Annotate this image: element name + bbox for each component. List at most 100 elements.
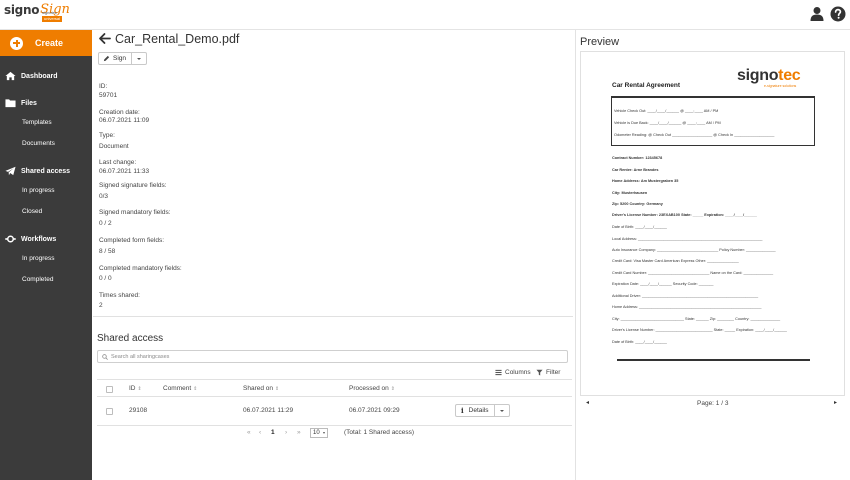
column-header-comment[interactable]: Comment ⇕ xyxy=(163,385,197,392)
sidebar-item-label: Workflows xyxy=(21,235,57,243)
sidebar-item-label: Shared access xyxy=(21,167,71,175)
meta-value-signed-signature-fields: 0/3 xyxy=(99,193,109,200)
column-header-shared-on-label: Shared on xyxy=(243,385,273,392)
meta-label-signed-mandatory-fields: Signed mandatory fields: xyxy=(99,209,171,216)
section-divider xyxy=(93,316,573,317)
info-icon: i xyxy=(461,406,464,415)
details-button-label: Details xyxy=(468,407,489,414)
meta-value-creation-date: 06.07.2021 11:09 xyxy=(99,117,150,124)
chevron-down-icon xyxy=(500,409,504,412)
pdf-heading: Car Rental Agreement xyxy=(612,82,681,89)
pager-total: (Total: 1 Shared access) xyxy=(344,429,415,436)
sort-icon: ⇕ xyxy=(193,386,198,392)
meta-label-id: ID: xyxy=(99,83,108,90)
pdf-line: Zip: 5200 Country: Germany xyxy=(612,202,663,206)
pdf-line: Additional Driver: _____________________… xyxy=(612,294,759,298)
pdf-logo-part2: tec xyxy=(778,67,801,84)
meta-label-completed-form-fields: Completed form fields: xyxy=(99,237,165,244)
column-header-shared-on[interactable]: Shared on ⇕ xyxy=(243,385,279,392)
column-header-comment-label: Comment xyxy=(163,385,192,392)
pdf-line: Car Renter: Arne Brandes xyxy=(612,168,659,172)
pdf-line: Local Address: _________________________… xyxy=(612,237,763,241)
table-header-bottom-border xyxy=(97,396,572,397)
search-icon xyxy=(102,353,108,360)
brand-logo[interactable]: signo Sign signotec universal xyxy=(4,3,70,25)
sort-icon: ⇕ xyxy=(275,386,280,392)
sidebar-item-workflows-in-progress[interactable]: In progress xyxy=(22,255,55,262)
details-options-dropdown[interactable] xyxy=(495,404,510,417)
cell-processed-on: 06.07.2021 09:29 xyxy=(349,407,400,414)
pdf-box-line: Vehicle Check Out: ____/____/______ @ __… xyxy=(614,109,719,113)
sidebar-item-shared-in-progress[interactable]: In progress xyxy=(22,187,55,194)
pdf-box-line: Odometer Reading: @ Check Out __________… xyxy=(614,133,775,137)
column-header-processed-on-label: Processed on xyxy=(349,385,389,392)
pager-first[interactable]: « xyxy=(247,429,251,436)
preview-prev-page-icon[interactable]: ◂ xyxy=(586,399,589,406)
pdf-logo: signotec xyxy=(737,67,801,84)
pdf-line: Home Address: __________________________… xyxy=(612,305,762,309)
pager-last[interactable]: » xyxy=(297,429,301,436)
sidebar-item-shared-access[interactable]: Shared access xyxy=(0,164,92,178)
pdf-signature-line xyxy=(617,359,810,361)
pager-next[interactable]: › xyxy=(285,429,287,436)
pdf-line: Date of Birth: ____/____/______ xyxy=(612,225,667,229)
pdf-line: Driver's License Number: _______________… xyxy=(612,328,787,332)
cell-shared-on: 06.07.2021 11:29 xyxy=(243,407,294,414)
preview-next-page-icon[interactable]: ▸ xyxy=(834,399,837,406)
pdf-line: Auto Insurance Company: ________________… xyxy=(612,248,776,252)
filter-button[interactable]: Filter xyxy=(536,369,560,376)
cell-id: 29108 xyxy=(129,407,148,414)
columns-label: Columns xyxy=(505,369,531,376)
meta-value-signed-mandatory-fields: 0 / 2 xyxy=(99,220,112,227)
sidebar-item-workflows-completed[interactable]: Completed xyxy=(22,276,53,283)
filter-label: Filter xyxy=(546,369,561,376)
sidebar-item-templates[interactable]: Templates xyxy=(22,119,52,126)
help-icon[interactable] xyxy=(830,6,846,22)
meta-value-id: 59701 xyxy=(99,92,118,99)
sidebar-item-files[interactable]: Files xyxy=(0,96,92,110)
pager-prev[interactable]: ‹ xyxy=(259,429,261,436)
chevron-down-icon xyxy=(137,57,141,60)
sign-button[interactable]: Sign xyxy=(98,52,132,65)
paper-plane-icon xyxy=(5,166,16,176)
brand-name-part1: signo xyxy=(4,3,40,17)
pdf-line: City: ______________________________ Sta… xyxy=(612,317,781,321)
meta-label-times-shared: Times shared: xyxy=(99,292,140,299)
details-button[interactable]: i Details xyxy=(455,404,495,417)
column-header-processed-on[interactable]: Processed on ⇕ xyxy=(349,385,395,392)
sidebar-item-documents[interactable]: Documents xyxy=(22,140,55,147)
meta-label-creation-date: Creation date: xyxy=(99,109,140,116)
columns-button[interactable]: Columns xyxy=(495,369,531,376)
pdf-line: Credit Card: Visa Master Card American E… xyxy=(612,259,739,263)
meta-value-last-change: 06.07.2021 11:33 xyxy=(99,168,150,175)
plus-icon xyxy=(10,36,23,50)
pdf-box-line: Vehicle is Due Back: ____/____/______ @ … xyxy=(614,121,721,125)
shared-access-search[interactable] xyxy=(97,350,568,363)
pdf-line: Date of Birth: ____/____/______ xyxy=(612,340,667,344)
sidebar-item-workflows[interactable]: Workflows xyxy=(0,232,92,246)
back-arrow-icon[interactable] xyxy=(98,32,111,45)
pdf-line: Contract Number: 12345678 xyxy=(612,156,663,160)
page-size-select[interactable]: 10 xyxy=(310,428,328,438)
sidebar-item-dashboard[interactable]: Dashboard xyxy=(0,69,92,83)
select-all-checkbox[interactable] xyxy=(106,386,113,393)
pager-current-page[interactable]: 1 xyxy=(271,429,275,436)
create-label: Create xyxy=(35,38,64,48)
sort-icon: ⇕ xyxy=(137,386,142,392)
column-header-id[interactable]: ID ⇕ xyxy=(129,385,142,392)
pdf-logo-subtitle: e-signature solutions xyxy=(764,84,797,88)
create-button[interactable]: Create xyxy=(0,30,92,56)
sign-options-dropdown[interactable] xyxy=(132,52,147,65)
filter-icon xyxy=(536,369,543,376)
row-checkbox[interactable] xyxy=(106,408,113,415)
sidebar: Create Dashboard Files Templates Documen… xyxy=(0,30,92,480)
page-title: Car_Rental_Demo.pdf xyxy=(115,32,240,46)
table-row-border xyxy=(97,425,572,426)
user-icon[interactable] xyxy=(809,6,825,22)
search-input[interactable] xyxy=(111,353,511,360)
meta-value-completed-form-fields: 8 / 58 xyxy=(99,248,116,255)
pdf-logo-part1: signo xyxy=(737,67,779,84)
pen-icon xyxy=(103,55,110,62)
sidebar-item-shared-closed[interactable]: Closed xyxy=(22,208,42,215)
meta-label-signed-signature-fields: Signed signature fields: xyxy=(99,182,167,189)
